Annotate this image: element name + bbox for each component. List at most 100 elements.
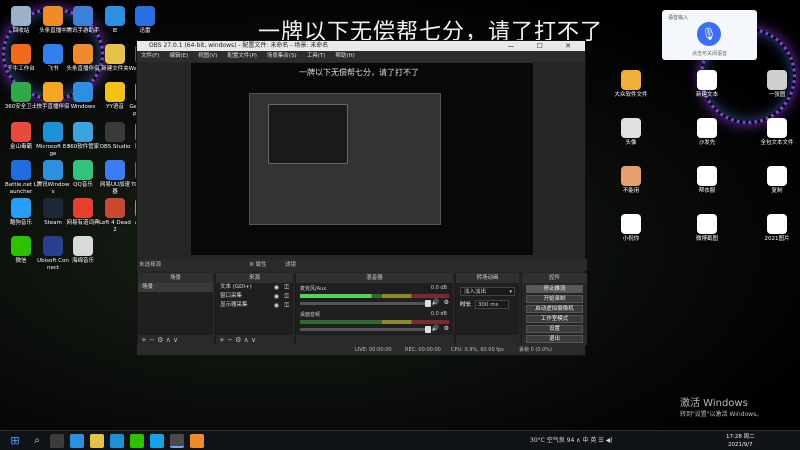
- obs-titlebar[interactable]: OBS 27.0.1 (64-bit, windows) - 配置文件: 未命名…: [137, 41, 585, 51]
- eye-icon[interactable]: ◉: [274, 292, 279, 301]
- windows-start-icon[interactable]: ⊞: [8, 434, 22, 448]
- app-icon: [11, 236, 31, 256]
- app-icon: [11, 160, 31, 180]
- file-icon: [621, 214, 641, 234]
- desktop-icon[interactable]: 迅雷: [128, 6, 162, 35]
- exit-button[interactable]: 退出: [526, 335, 583, 343]
- desktop-icon[interactable]: QQ音乐: [66, 160, 100, 189]
- menu-item[interactable]: 编辑(E): [169, 53, 188, 59]
- desktop-icon[interactable]: 2021图片: [760, 214, 794, 243]
- desktop-icon[interactable]: 一张图: [760, 70, 794, 99]
- desktop-icon[interactable]: IE: [98, 6, 132, 35]
- desktop-icon[interactable]: 360安全卫士: [4, 82, 38, 111]
- desktop-icon[interactable]: 回收站: [4, 6, 38, 35]
- source-item-display-capture[interactable]: 显示器采集 ◉ ⚿: [216, 301, 293, 310]
- desktop-icon[interactable]: 海绵音乐: [66, 236, 100, 265]
- slider-knob[interactable]: [425, 326, 431, 333]
- scenes-dock-actions[interactable]: + − ⚙ ∧ ∨: [138, 335, 213, 345]
- properties-button[interactable]: ⚙ 属性: [249, 259, 267, 271]
- desktop-icon[interactable]: 网易UU加速器: [98, 160, 132, 196]
- volume-slider[interactable]: [300, 300, 431, 307]
- lock-icon[interactable]: ⚿: [284, 283, 289, 292]
- transitions-dock-title: 转场动画: [456, 273, 519, 283]
- transition-select[interactable]: 淡入淡出 ▾: [460, 287, 515, 296]
- desktop-icon[interactable]: 沙发先: [690, 118, 724, 147]
- task-view-icon[interactable]: [50, 434, 64, 448]
- taskbar-clock[interactable]: 17:28 周二 2021/9/7: [726, 433, 755, 449]
- file-explorer-icon[interactable]: [90, 434, 104, 448]
- desktop-icon[interactable]: 腾讯手游助手: [66, 6, 100, 35]
- menu-item[interactable]: 帮助(H): [335, 53, 354, 59]
- desktop-icon[interactable]: 千牛工作台: [4, 44, 38, 73]
- gear-icon[interactable]: ⚙: [444, 299, 449, 306]
- window-controls[interactable]: — ☐ ✕: [507, 41, 581, 51]
- menu-item[interactable]: 文件(F): [141, 53, 159, 59]
- desktop-icon[interactable]: Left 4 Dead 2: [98, 198, 132, 234]
- source-item-text[interactable]: 文本 (GDI+) ◉ ⚿: [216, 283, 293, 292]
- desktop-icon[interactable]: 大众软件文件: [614, 70, 648, 99]
- duration-input[interactable]: 300 ms: [475, 300, 510, 309]
- menu-item[interactable]: 场景集合(S): [267, 53, 297, 59]
- desktop-icon[interactable]: 全包文本文件: [760, 118, 794, 147]
- desktop-icon[interactable]: 金山毒霸: [4, 122, 38, 151]
- obs-preview[interactable]: 一牌以下无偿帮七分，请了打不了: [191, 63, 533, 255]
- desktop-icon[interactable]: YY语音: [98, 82, 132, 111]
- desktop-icon[interactable]: 快手直播伴侣: [36, 82, 70, 111]
- sources-dock-actions[interactable]: + − ⚙ ∧ ∨: [216, 335, 293, 345]
- desktop-icon[interactable]: 不能用: [614, 166, 648, 195]
- desktop-icon[interactable]: 头像: [614, 118, 648, 147]
- settings-button[interactable]: 设置: [526, 325, 583, 333]
- filters-button[interactable]: 滤镜: [285, 259, 296, 271]
- desktop-icon[interactable]: Steam: [36, 198, 70, 227]
- start-virtual-camera-button[interactable]: 启动虚拟摄像机: [526, 305, 583, 313]
- menu-item[interactable]: 配置文件(P): [227, 53, 257, 59]
- desktop-icon[interactable]: Windows: [66, 82, 100, 111]
- speaker-icon[interactable]: 🔊: [432, 299, 439, 306]
- desktop-icon[interactable]: 小祝你: [614, 214, 648, 243]
- voice-input-widget[interactable]: 语音输入 🎙 点击可关闭语音: [662, 10, 757, 60]
- desktop-icon[interactable]: 酷狗音乐: [4, 198, 38, 227]
- volume-slider[interactable]: [300, 326, 431, 333]
- scene-item[interactable]: 场景: [138, 283, 213, 292]
- desktop-icon[interactable]: 头条直播伴侣: [66, 44, 100, 73]
- eye-icon[interactable]: ◉: [274, 301, 279, 310]
- lock-icon[interactable]: ⚿: [284, 292, 289, 301]
- menu-item[interactable]: 工具(T): [307, 53, 326, 59]
- studio-mode-button[interactable]: 工作室模式: [526, 315, 583, 323]
- speaker-icon[interactable]: 🔊: [432, 325, 439, 332]
- search-icon[interactable]: ⌕: [30, 434, 44, 448]
- desktop-icon[interactable]: 腾讯Windows: [36, 160, 70, 196]
- menu-item[interactable]: 视图(V): [198, 53, 217, 59]
- obs-taskbar-icon[interactable]: [170, 434, 184, 448]
- desktop-icon[interactable]: 微信: [4, 236, 38, 265]
- desktop-icon[interactable]: 复制: [760, 166, 794, 195]
- wechat-icon[interactable]: [130, 434, 144, 448]
- gear-icon[interactable]: ⚙: [444, 325, 449, 332]
- desktop-icon[interactable]: 新建文本: [690, 70, 724, 99]
- browser-icon[interactable]: [110, 434, 124, 448]
- lock-icon[interactable]: ⚿: [284, 301, 289, 310]
- start-recording-button[interactable]: 开始录制: [526, 295, 583, 303]
- desktop-icon[interactable]: Microsoft Edge: [36, 122, 70, 158]
- slider-knob[interactable]: [425, 300, 431, 307]
- desktop-icon-label: QQ音乐: [73, 182, 93, 188]
- desktop-icon[interactable]: 飞书: [36, 44, 70, 73]
- desktop-icon[interactable]: 头条直播中: [36, 6, 70, 35]
- stop-streaming-button[interactable]: 停止推流: [526, 285, 583, 293]
- live-companion-icon[interactable]: [190, 434, 204, 448]
- system-tray[interactable]: 30°C 空气良 94 ∧ 中 英 ☰ ◀): [530, 431, 613, 450]
- desktop-icon[interactable]: Ubisoft Connect: [36, 236, 70, 272]
- obs-window[interactable]: OBS 27.0.1 (64-bit, windows) - 配置文件: 未命名…: [136, 40, 587, 356]
- qq-icon[interactable]: [150, 434, 164, 448]
- desktop-icon[interactable]: OBS Studio: [98, 122, 132, 151]
- eye-icon[interactable]: ◉: [274, 283, 279, 292]
- edge-icon[interactable]: [70, 434, 84, 448]
- microphone-icon[interactable]: 🎙: [697, 22, 721, 46]
- desktop-icon[interactable]: Battle.net Launcher: [4, 160, 38, 196]
- desktop-icon[interactable]: 帮衣服: [690, 166, 724, 195]
- desktop-icon[interactable]: 新建文件夹: [98, 44, 132, 73]
- desktop-icon[interactable]: 微博截图: [690, 214, 724, 243]
- source-item-window-capture[interactable]: 窗口采集 ◉ ⚿: [216, 292, 293, 301]
- desktop-icon[interactable]: 360软件管家: [66, 122, 100, 151]
- desktop-icon[interactable]: 网易有道词典: [66, 198, 100, 227]
